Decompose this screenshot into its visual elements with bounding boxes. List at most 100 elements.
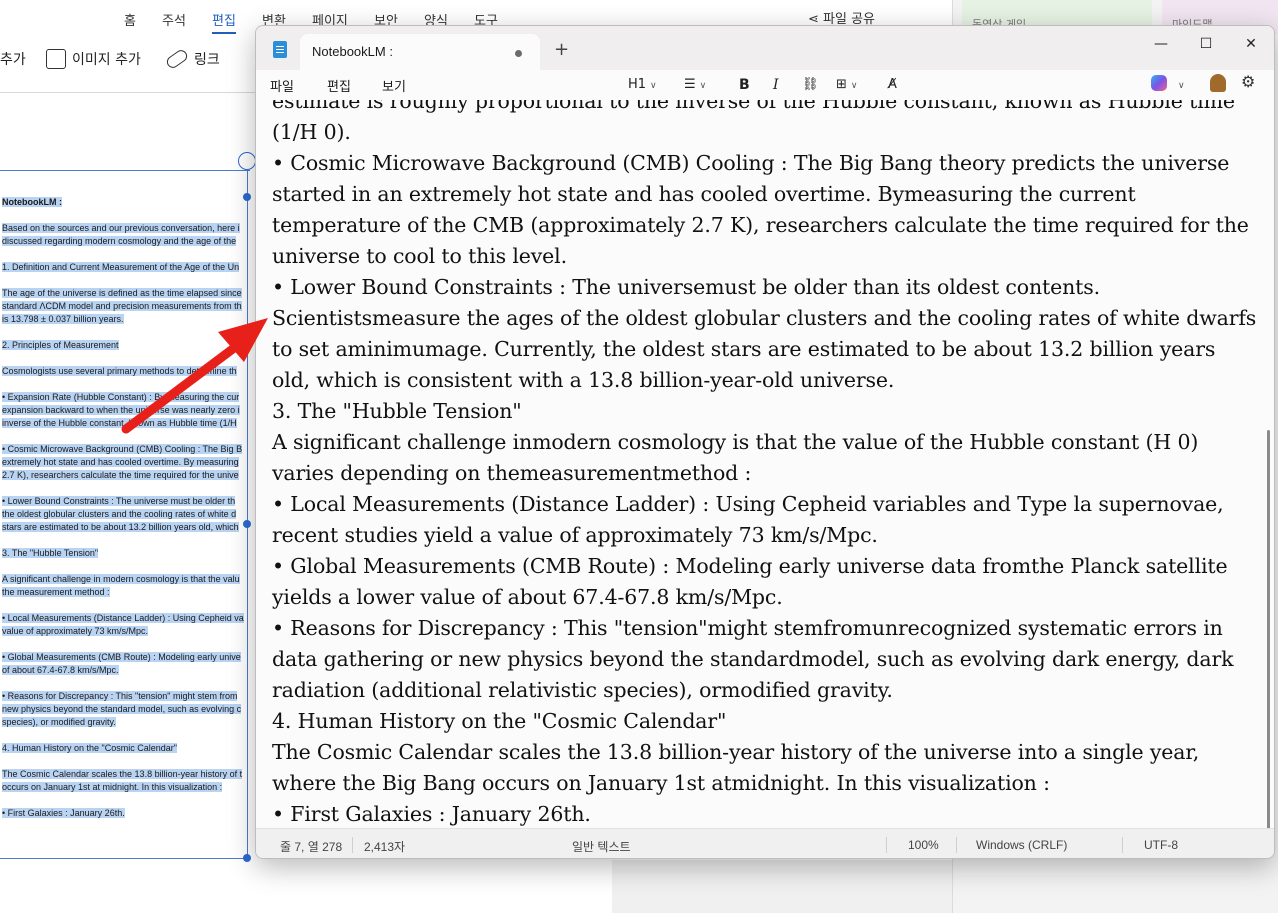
add-button[interactable]: 추가 bbox=[0, 49, 26, 69]
doc-line bbox=[2, 209, 250, 222]
vertical-scrollbar[interactable] bbox=[1267, 430, 1270, 828]
background-gutter bbox=[612, 860, 952, 913]
doc-line-text: A significant challenge in modern cosmol… bbox=[2, 574, 240, 584]
resize-handle-bottom[interactable] bbox=[243, 854, 251, 862]
doc-line: 4. Human History on the "Cosmic Calendar… bbox=[2, 742, 250, 755]
line-ending[interactable]: Windows (CRLF) bbox=[976, 838, 1067, 852]
document-text-block[interactable]: NotebookLM : Based on the sources and ou… bbox=[2, 196, 250, 820]
doc-line bbox=[2, 378, 250, 391]
menu-edit[interactable]: 편집 bbox=[212, 10, 236, 34]
doc-line-text: is 13.798 ± 0.037 billion years. bbox=[2, 314, 124, 324]
editor-line: started in an extremely hot state and ha… bbox=[272, 182, 1136, 206]
doc-line-text: 2.7 K), researchers calculate the time r… bbox=[2, 470, 239, 480]
editor-line: yields a lower value of about 67.4-67.8 … bbox=[272, 585, 783, 609]
unsaved-dot-icon[interactable] bbox=[515, 50, 522, 57]
zoom-level[interactable]: 100% bbox=[908, 838, 939, 852]
doc-line bbox=[2, 430, 250, 443]
account-avatar-icon[interactable] bbox=[1210, 74, 1226, 92]
doc-line-text: • Global Measurements (CMB Route) : Mode… bbox=[2, 652, 241, 662]
doc-line-text: the measurement method : bbox=[2, 587, 110, 597]
doc-line bbox=[2, 326, 250, 339]
status-bar: 줄 7, 열 278 2,413자 일반 텍스트 100% Windows (C… bbox=[256, 828, 1274, 858]
doc-line: Based on the sources and our previous co… bbox=[2, 222, 250, 235]
link-icon[interactable]: ⛓ bbox=[802, 75, 819, 95]
menu-view[interactable]: 보기 bbox=[382, 76, 406, 95]
doc-line: A significant challenge in modern cosmol… bbox=[2, 573, 250, 586]
doc-line-text: NotebookLM : bbox=[2, 197, 62, 207]
heading-label: H1 bbox=[628, 77, 647, 92]
doc-line bbox=[2, 274, 250, 287]
italic-button[interactable]: I bbox=[773, 75, 779, 95]
text-editor[interactable]: estimate is roughly proportional to the … bbox=[256, 100, 1274, 828]
maximize-button[interactable]: ☐ bbox=[1186, 32, 1226, 56]
clear-format-icon[interactable]: A̸ bbox=[888, 75, 897, 95]
doc-line-text: of about 67.4-67.8 km/s/Mpc. bbox=[2, 665, 119, 675]
editor-line: • First Galaxies : January 26th. bbox=[272, 802, 591, 826]
text-mode[interactable]: 일반 텍스트 bbox=[572, 838, 631, 855]
doc-line: inverse of the Hubble constant, known as… bbox=[2, 417, 250, 430]
doc-line: NotebookLM : bbox=[2, 196, 250, 209]
notepad-app-icon bbox=[273, 41, 287, 58]
doc-line: 2.7 K), researchers calculate the time r… bbox=[2, 469, 250, 482]
doc-line: new physics beyond the standard model, s… bbox=[2, 703, 250, 716]
doc-line: 2. Principles of Measurement bbox=[2, 339, 250, 352]
title-bar[interactable]: NotebookLM : + — ☐ ✕ bbox=[256, 26, 1274, 70]
table-dropdown[interactable]: ⊞ ∨ bbox=[836, 75, 858, 95]
doc-line-text: species), or modified gravity. bbox=[2, 717, 116, 727]
doc-line: of about 67.4-67.8 km/s/Mpc. bbox=[2, 664, 250, 677]
rotate-handle[interactable] bbox=[238, 152, 256, 170]
menu-edit[interactable]: 편집 bbox=[327, 76, 351, 95]
doc-line: the oldest globular clusters and the coo… bbox=[2, 508, 250, 521]
editor-line: temperature of the CMB (approximately 2.… bbox=[272, 213, 1249, 237]
menu-file[interactable]: 파일 bbox=[270, 76, 294, 95]
menu-annotate[interactable]: 주석 bbox=[162, 10, 186, 29]
editor-line: • Local Measurements (Distance Ladder) :… bbox=[272, 492, 1224, 516]
bold-button[interactable]: B bbox=[739, 75, 750, 95]
doc-line: extremely hot state and has cooled overt… bbox=[2, 456, 250, 469]
editor-line: data gathering or new physics beyond the… bbox=[272, 647, 1234, 671]
editor-line: The Cosmic Calendar scales the 13.8 bill… bbox=[272, 740, 1200, 764]
notepad-window: NotebookLM : + — ☐ ✕ 파일 편집 보기 H1 ∨ ☰ ∨ B I… bbox=[255, 25, 1275, 859]
editor-line: • Global Measurements (CMB Route) : Mode… bbox=[272, 554, 1228, 578]
add-image-button[interactable]: 이미지 추가 bbox=[46, 49, 141, 69]
list-dropdown[interactable]: ☰ ∨ bbox=[684, 75, 706, 95]
image-icon bbox=[46, 49, 66, 69]
doc-line: • Global Measurements (CMB Route) : Mode… bbox=[2, 651, 250, 664]
close-button[interactable]: ✕ bbox=[1231, 32, 1271, 56]
copilot-icon[interactable] bbox=[1151, 75, 1167, 91]
selection-frame-bottom bbox=[0, 858, 250, 859]
encoding[interactable]: UTF-8 bbox=[1144, 838, 1178, 852]
doc-line: species), or modified gravity. bbox=[2, 716, 250, 729]
chevron-down-icon: ∨ bbox=[650, 81, 657, 91]
settings-gear-icon[interactable]: ⚙ bbox=[1241, 72, 1255, 91]
editor-line: 4. Human History on the "Cosmic Calendar… bbox=[272, 709, 727, 733]
chevron-down-icon: ∨ bbox=[850, 81, 858, 91]
doc-line bbox=[2, 677, 250, 690]
heading-dropdown[interactable]: H1 ∨ bbox=[628, 75, 657, 95]
editor-line: to set aminimumage. Currently, the oldes… bbox=[272, 337, 1216, 361]
doc-line-text: • Reasons for Discrepancy : This "tensio… bbox=[2, 691, 238, 701]
status-divider bbox=[886, 837, 887, 853]
tab-notebooklm[interactable]: NotebookLM : bbox=[300, 34, 540, 70]
doc-line-text: • Lower Bound Constraints : The universe… bbox=[2, 496, 236, 506]
menu-home[interactable]: 홈 bbox=[124, 10, 136, 29]
doc-line: • Local Measurements (Distance Ladder) :… bbox=[2, 612, 250, 625]
doc-line-text: • Expansion Rate (Hubble Constant) : By … bbox=[2, 392, 240, 402]
editor-line: where the Big Bang occurs on January 1st… bbox=[272, 771, 1050, 795]
list-icon: ☰ bbox=[684, 77, 696, 92]
new-tab-button[interactable]: + bbox=[554, 39, 569, 60]
copilot-chevron-icon[interactable]: ∨ bbox=[1174, 75, 1185, 95]
doc-line-text: 2. Principles of Measurement bbox=[2, 340, 119, 350]
doc-line bbox=[2, 534, 250, 547]
link-icon bbox=[164, 47, 190, 71]
doc-line-text: 1. Definition and Current Measurement of… bbox=[2, 262, 240, 272]
editor-line: (1/H 0). bbox=[272, 120, 351, 144]
link-button[interactable]: 링크 bbox=[164, 47, 220, 71]
minimize-button[interactable]: — bbox=[1141, 32, 1181, 56]
editor-line: radiation (additional relativistic speci… bbox=[272, 678, 893, 702]
doc-line: the measurement method : bbox=[2, 586, 250, 599]
doc-line-text: 4. Human History on the "Cosmic Calendar… bbox=[2, 743, 177, 753]
doc-line-text: occurs on January 1st at midnight. In th… bbox=[2, 782, 223, 792]
doc-line bbox=[2, 794, 250, 807]
editor-line: recent studies yield a value of approxim… bbox=[272, 523, 878, 547]
